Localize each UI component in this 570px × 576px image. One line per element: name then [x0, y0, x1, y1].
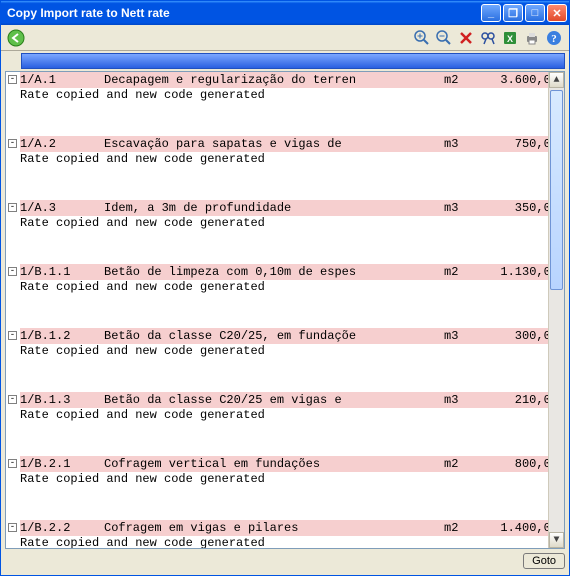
item-row[interactable]: -1/B.1.3Betão da classe C20/25 em vigas … [20, 392, 564, 408]
back-button[interactable] [6, 28, 26, 48]
svg-text:?: ? [551, 33, 557, 45]
status-message: Rate copied and new code generated [20, 88, 564, 104]
item-row[interactable]: -1/B.2.1Cofragem vertical em fundaçõesm2… [20, 456, 564, 472]
collapse-toggle[interactable]: - [8, 139, 17, 148]
header-band [21, 53, 565, 69]
collapse-toggle[interactable]: - [8, 267, 17, 276]
collapse-toggle[interactable]: - [8, 523, 17, 532]
item-rate: 800,00 [474, 457, 558, 471]
zoom-out-icon[interactable] [434, 28, 454, 48]
status-message: Rate copied and new code generated [20, 280, 564, 296]
delete-icon[interactable] [456, 28, 476, 48]
svg-text:X: X [507, 34, 513, 44]
item-rate: 210,00 [474, 393, 558, 407]
status-message: Rate copied and new code generated [20, 216, 564, 232]
export-excel-icon[interactable]: X [500, 28, 520, 48]
minimize-button[interactable]: _ [481, 4, 501, 22]
item-description: Cofragem vertical em fundações [104, 457, 444, 471]
scroll-thumb[interactable] [550, 90, 563, 290]
item-description: Cofragem em vigas e pilares [104, 521, 444, 535]
item-code: 1/A.1 [20, 73, 104, 87]
status-message: Rate copied and new code generated [20, 344, 564, 360]
item-code: 1/B.1.2 [20, 329, 104, 343]
status-message: Rate copied and new code generated [20, 408, 564, 424]
print-icon[interactable] [522, 28, 542, 48]
item-unit: m3 [444, 137, 474, 151]
collapse-toggle[interactable]: - [8, 203, 17, 212]
item-rate: 3.600,00 [474, 73, 558, 87]
item-row[interactable]: -1/B.1.2Betão da classe C20/25, em funda… [20, 328, 564, 344]
toolbar: X ? [1, 25, 569, 51]
item-code: 1/B.2.1 [20, 457, 104, 471]
item-description: Decapagem e regularização do terren [104, 73, 444, 87]
item-row[interactable]: -1/B.1.1Betão de limpeza com 0,10m de es… [20, 264, 564, 280]
bottom-bar: Goto [5, 551, 565, 571]
goto-button[interactable]: Goto [523, 553, 565, 569]
item-unit: m2 [444, 457, 474, 471]
row-gap [20, 232, 564, 264]
item-unit: m3 [444, 393, 474, 407]
item-code: 1/B.2.2 [20, 521, 104, 535]
item-unit: m3 [444, 329, 474, 343]
collapse-toggle[interactable]: - [8, 459, 17, 468]
collapse-toggle[interactable]: - [8, 75, 17, 84]
item-code: 1/B.1.3 [20, 393, 104, 407]
close-button[interactable]: ✕ [547, 4, 567, 22]
collapse-toggle[interactable]: - [8, 395, 17, 404]
window-title: Copy Import rate to Nett rate [7, 6, 479, 20]
item-row[interactable]: -1/A.1Decapagem e regularização do terre… [20, 72, 564, 88]
item-description: Betão da classe C20/25, em fundaçõe [104, 329, 444, 343]
item-code: 1/A.2 [20, 137, 104, 151]
item-unit: m2 [444, 73, 474, 87]
item-rate: 750,00 [474, 137, 558, 151]
status-message: Rate copied and new code generated [20, 536, 564, 549]
item-rate: 1.130,00 [474, 265, 558, 279]
status-message: Rate copied and new code generated [20, 472, 564, 488]
item-rate: 1.400,00 [474, 521, 558, 535]
zoom-in-icon[interactable] [412, 28, 432, 48]
item-row[interactable]: -1/B.2.2Cofragem em vigas e pilaresm21.4… [20, 520, 564, 536]
item-rate: 300,00 [474, 329, 558, 343]
row-gap [20, 168, 564, 200]
titlebar: Copy Import rate to Nett rate _ ❐ □ ✕ [1, 1, 569, 25]
item-unit: m2 [444, 265, 474, 279]
row-gap [20, 488, 564, 520]
restore-button[interactable]: ❐ [503, 4, 523, 22]
item-code: 1/A.3 [20, 201, 104, 215]
content-area: -1/A.1Decapagem e regularização do terre… [5, 71, 565, 549]
row-gap [20, 104, 564, 136]
row-gap [20, 360, 564, 392]
scroll-down-button[interactable]: ▼ [549, 532, 564, 548]
find-icon[interactable] [478, 28, 498, 48]
collapse-toggle[interactable]: - [8, 331, 17, 340]
help-icon[interactable]: ? [544, 28, 564, 48]
item-row[interactable]: -1/A.2Escavação para sapatas e vigas dem… [20, 136, 564, 152]
item-description: Escavação para sapatas e vigas de [104, 137, 444, 151]
item-description: Betão de limpeza com 0,10m de espes [104, 265, 444, 279]
row-gap [20, 296, 564, 328]
item-description: Betão da classe C20/25 em vigas e [104, 393, 444, 407]
row-gap [20, 424, 564, 456]
maximize-button[interactable]: □ [525, 4, 545, 22]
status-message: Rate copied and new code generated [20, 152, 564, 168]
item-unit: m2 [444, 521, 474, 535]
item-rate: 350,00 [474, 201, 558, 215]
item-row[interactable]: -1/A.3Idem, a 3m de profundidadem3350,00 [20, 200, 564, 216]
vertical-scrollbar[interactable]: ▲ ▼ [548, 72, 564, 548]
scroll-up-button[interactable]: ▲ [549, 72, 564, 88]
item-description: Idem, a 3m de profundidade [104, 201, 444, 215]
item-unit: m3 [444, 201, 474, 215]
item-code: 1/B.1.1 [20, 265, 104, 279]
